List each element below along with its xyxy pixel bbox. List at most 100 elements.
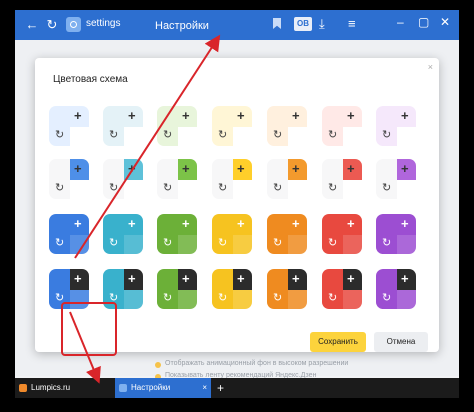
refresh-icon: ↻ xyxy=(163,182,173,194)
plus-icon: + xyxy=(128,216,136,231)
tab-close-icon[interactable]: × xyxy=(202,378,207,398)
plus-icon: + xyxy=(128,271,136,286)
color-scheme-tile[interactable]: + ↻ xyxy=(103,214,143,254)
color-scheme-tile[interactable]: + ↻ xyxy=(212,269,252,309)
refresh-icon: ↻ xyxy=(273,292,283,304)
setting-animated-background: Отображать анимационный фон в высоком ра… xyxy=(165,360,349,367)
refresh-icon: ↻ xyxy=(218,129,228,141)
color-scheme-tile[interactable]: + ↻ xyxy=(267,106,307,146)
refresh-icon: ↻ xyxy=(163,237,173,249)
color-scheme-tile[interactable]: + ↻ xyxy=(49,214,89,254)
refresh-icon: ↻ xyxy=(328,129,338,141)
color-scheme-tile[interactable]: + ↻ xyxy=(267,269,307,309)
tab-strip: Lumpics.ru Настройки × + xyxy=(15,378,459,398)
plus-icon: + xyxy=(292,108,300,123)
refresh-icon: ↻ xyxy=(273,237,283,249)
menu-icon[interactable]: ≡ xyxy=(348,16,356,31)
refresh-icon: ↻ xyxy=(382,182,392,194)
color-scheme-tile[interactable]: + ↻ xyxy=(322,214,362,254)
color-scheme-tile[interactable]: + ↻ xyxy=(157,269,197,309)
color-scheme-tile[interactable]: + ↻ xyxy=(267,159,307,199)
tab-lumpics[interactable]: Lumpics.ru xyxy=(15,378,115,398)
new-tab-button[interactable]: + xyxy=(217,378,224,398)
color-scheme-tile[interactable]: + ↻ xyxy=(322,106,362,146)
plus-icon: + xyxy=(128,161,136,176)
refresh-icon: ↻ xyxy=(55,129,65,141)
refresh-icon: ↻ xyxy=(328,237,338,249)
save-button[interactable]: Сохранить xyxy=(310,332,366,352)
refresh-icon: ↻ xyxy=(109,129,119,141)
checkbox-icon xyxy=(155,362,161,368)
refresh-icon: ↻ xyxy=(328,292,338,304)
refresh-icon: ↻ xyxy=(218,292,228,304)
refresh-icon: ↻ xyxy=(328,182,338,194)
color-scheme-tile[interactable]: + ↻ xyxy=(376,214,416,254)
color-scheme-dialog: Цветовая схема × + ↻ + ↻ + ↻ + ↻ + ↻ + ↻ + ↻ + ↻ + ↻ + ↻ + ↻ +… xyxy=(35,58,439,356)
tab-settings[interactable]: Настройки × xyxy=(115,378,211,398)
dialog-close-icon[interactable]: × xyxy=(428,62,433,72)
plus-icon: + xyxy=(182,216,190,231)
download-icon[interactable]: ⤓ xyxy=(319,16,325,32)
refresh-icon: ↻ xyxy=(218,237,228,249)
color-scheme-tile[interactable]: + ↻ xyxy=(212,106,252,146)
color-scheme-tile[interactable]: + ↻ xyxy=(49,159,89,199)
refresh-icon: ↻ xyxy=(273,129,283,141)
color-scheme-tile[interactable]: + ↻ xyxy=(322,269,362,309)
color-scheme-tile[interactable]: + ↻ xyxy=(157,214,197,254)
color-scheme-tile[interactable]: + ↻ xyxy=(212,214,252,254)
minimize-icon[interactable]: – xyxy=(397,15,404,29)
color-scheme-tile[interactable]: + ↻ xyxy=(157,106,197,146)
plus-icon: + xyxy=(292,271,300,286)
color-scheme-tile[interactable]: + ↻ xyxy=(376,269,416,309)
extension-icon[interactable]: OB xyxy=(294,17,312,31)
plus-icon: + xyxy=(401,216,409,231)
plus-icon: + xyxy=(74,108,82,123)
plus-icon: + xyxy=(182,108,190,123)
refresh-icon: ↻ xyxy=(163,292,173,304)
refresh-icon: ↻ xyxy=(109,182,119,194)
color-scheme-tile[interactable]: + ↻ xyxy=(322,159,362,199)
plus-icon: + xyxy=(182,271,190,286)
plus-icon: + xyxy=(347,216,355,231)
tab-label: Lumpics.ru xyxy=(31,383,71,392)
plus-icon: + xyxy=(74,161,82,176)
plus-icon: + xyxy=(128,108,136,123)
maximize-icon[interactable]: ▢ xyxy=(418,15,429,29)
refresh-icon: ↻ xyxy=(55,182,65,194)
plus-icon: + xyxy=(74,216,82,231)
color-scheme-tile[interactable]: + ↻ xyxy=(103,159,143,199)
plus-icon: + xyxy=(401,271,409,286)
page-title: Настройки xyxy=(155,20,209,32)
plus-icon: + xyxy=(237,271,245,286)
reload-icon[interactable]: ↻ xyxy=(43,16,61,34)
bookmark-icon[interactable] xyxy=(273,18,281,29)
plus-icon: + xyxy=(401,108,409,123)
cancel-button[interactable]: Отмена xyxy=(374,332,428,352)
plus-icon: + xyxy=(182,161,190,176)
color-scheme-tile[interactable]: + ↻ xyxy=(157,159,197,199)
color-scheme-tile[interactable]: + ↻ xyxy=(212,159,252,199)
plus-icon: + xyxy=(74,271,82,286)
plus-icon: + xyxy=(237,216,245,231)
color-scheme-tile[interactable]: + ↻ xyxy=(376,106,416,146)
color-scheme-tile[interactable]: + ↻ xyxy=(103,106,143,146)
color-scheme-tile[interactable]: + ↻ xyxy=(49,106,89,146)
tab-label: Настройки xyxy=(131,383,171,392)
refresh-icon: ↻ xyxy=(109,237,119,249)
plus-icon: + xyxy=(237,161,245,176)
plus-icon: + xyxy=(347,108,355,123)
plus-icon: + xyxy=(347,161,355,176)
window-close-icon[interactable]: ✕ xyxy=(440,15,450,29)
refresh-icon: ↻ xyxy=(382,292,392,304)
settings-gear-icon xyxy=(66,17,81,32)
refresh-icon: ↻ xyxy=(55,237,65,249)
back-icon[interactable]: ← xyxy=(23,16,41,34)
plus-icon: + xyxy=(237,108,245,123)
plus-icon: + xyxy=(401,161,409,176)
color-scheme-tile[interactable]: + ↻ xyxy=(267,214,307,254)
address-text: settings xyxy=(86,18,121,29)
color-scheme-tile[interactable]: + ↻ xyxy=(376,159,416,199)
refresh-icon: ↻ xyxy=(218,182,228,194)
refresh-icon: ↻ xyxy=(273,182,283,194)
selected-tile-highlight xyxy=(61,302,117,356)
